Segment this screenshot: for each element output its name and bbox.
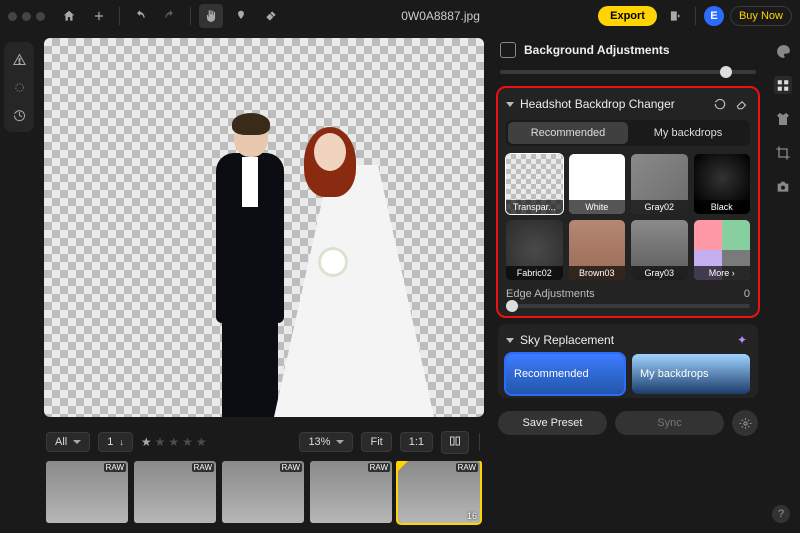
triangle-down-icon <box>506 338 514 343</box>
eraser-icon[interactable] <box>734 96 750 112</box>
zoom-label: 13% <box>308 436 330 448</box>
fit-button[interactable]: Fit <box>361 432 391 452</box>
filename-label: 0W0A8887.jpg <box>289 9 592 23</box>
left-toolbar <box>0 32 38 533</box>
side-iconbar <box>766 32 800 533</box>
edge-label: Edge Adjustments <box>506 288 595 300</box>
hand-tool-icon[interactable] <box>199 4 223 28</box>
sky-card-header[interactable]: Sky Replacement ✦ <box>506 332 750 348</box>
backdrop-title: Headshot Backdrop Changer <box>520 97 675 111</box>
save-preset-button[interactable]: Save Preset <box>498 411 607 435</box>
settings-icon[interactable] <box>732 410 758 436</box>
count-label: 1 <box>107 436 113 448</box>
swatch-white[interactable]: White <box>569 154 626 214</box>
edge-slider[interactable] <box>506 304 750 308</box>
grid-icon[interactable] <box>774 76 792 94</box>
rating-stars[interactable]: ★★★★★ <box>141 435 207 449</box>
bg-adjustments-label: Background Adjustments <box>524 43 670 57</box>
canvas[interactable] <box>44 38 484 417</box>
tab-my-backdrops[interactable]: My backdrops <box>628 122 748 144</box>
sky-replacement-card: Sky Replacement ✦ Recommended My backdro… <box>498 324 758 398</box>
swatch-fabric02[interactable]: Fabric02 <box>506 220 563 280</box>
warning-icon[interactable] <box>6 46 32 72</box>
palette-icon[interactable] <box>774 42 792 60</box>
filter-label: All <box>55 436 67 448</box>
avatar[interactable]: E <box>704 6 724 26</box>
edge-value: 0 <box>744 288 750 300</box>
backdrop-tabs: Recommended My backdrops <box>506 120 750 146</box>
plus-icon[interactable] <box>87 4 111 28</box>
home-icon[interactable] <box>57 4 81 28</box>
tab-recommended[interactable]: Recommended <box>508 122 628 144</box>
export-button[interactable]: Export <box>598 6 657 26</box>
history-icon[interactable] <box>6 102 32 128</box>
bg-slider[interactable] <box>500 70 756 74</box>
thumbnail[interactable]: RAW <box>46 461 128 523</box>
swatch-gray03[interactable]: Gray03 <box>631 220 688 280</box>
heal-tool-icon[interactable] <box>259 4 283 28</box>
sky-title: Sky Replacement <box>520 333 614 347</box>
bg-adjustments-icon <box>500 42 516 58</box>
help-icon[interactable]: ? <box>772 505 790 523</box>
count-dropdown[interactable]: 1↓ <box>98 432 133 452</box>
thumbnail-strip[interactable]: RAW RAW RAW RAW RAW16 RA <box>46 461 482 527</box>
zoom-dropdown[interactable]: 13% <box>299 432 353 452</box>
swatch-more[interactable]: More › <box>694 220 751 280</box>
camera-icon[interactable] <box>774 178 792 196</box>
shirt-icon[interactable] <box>774 110 792 128</box>
undo-icon[interactable] <box>128 4 152 28</box>
reset-icon[interactable] <box>712 96 728 112</box>
swatch-black[interactable]: Black <box>694 154 751 214</box>
right-panel: Background Adjustments Headshot Backdrop… <box>490 32 766 533</box>
chevron-down-icon <box>73 440 81 444</box>
redo-icon[interactable] <box>158 4 182 28</box>
buy-now-button[interactable]: Buy Now <box>730 6 792 26</box>
magic-icon[interactable]: ✦ <box>734 332 750 348</box>
mask-icon[interactable] <box>6 74 32 100</box>
swatch-gray02[interactable]: Gray02 <box>631 154 688 214</box>
filmstrip: All 1↓ ★★★★★ 13% Fit 1:1 RAW RAW RAW RAW… <box>38 423 490 533</box>
sky-tab-recommended[interactable]: Recommended <box>506 354 624 394</box>
thumbnail[interactable]: RAW <box>222 461 304 523</box>
thumbnail[interactable]: RAW <box>134 461 216 523</box>
compare-icon[interactable] <box>441 431 469 454</box>
crop-icon[interactable] <box>774 144 792 162</box>
swatch-transparent[interactable]: Transpar... <box>506 154 563 214</box>
sync-button[interactable]: Sync <box>615 411 724 435</box>
window-controls[interactable] <box>8 12 45 21</box>
sky-tab-my[interactable]: My backdrops <box>632 354 750 394</box>
thumbnail[interactable]: RAW <box>310 461 392 523</box>
titlebar: 0W0A8887.jpg Export E Buy Now <box>0 0 800 32</box>
backdrop-card-header[interactable]: Headshot Backdrop Changer <box>506 96 750 112</box>
backdrop-changer-card: Headshot Backdrop Changer Recommended My… <box>498 88 758 316</box>
bg-adjustments-header[interactable]: Background Adjustments <box>498 40 766 60</box>
swatch-brown03[interactable]: Brown03 <box>569 220 626 280</box>
backdrop-grid: Transpar... White Gray02 Black Fabric02 … <box>506 154 750 280</box>
chevron-down-icon <box>336 440 344 444</box>
filter-dropdown[interactable]: All <box>46 432 90 452</box>
clone-tool-icon[interactable] <box>229 4 253 28</box>
actual-size-button[interactable]: 1:1 <box>400 432 433 452</box>
thumbnail-selected[interactable]: RAW16 <box>398 461 480 523</box>
triangle-down-icon <box>506 102 514 107</box>
subject-image <box>194 97 394 417</box>
share-icon[interactable] <box>663 4 687 28</box>
